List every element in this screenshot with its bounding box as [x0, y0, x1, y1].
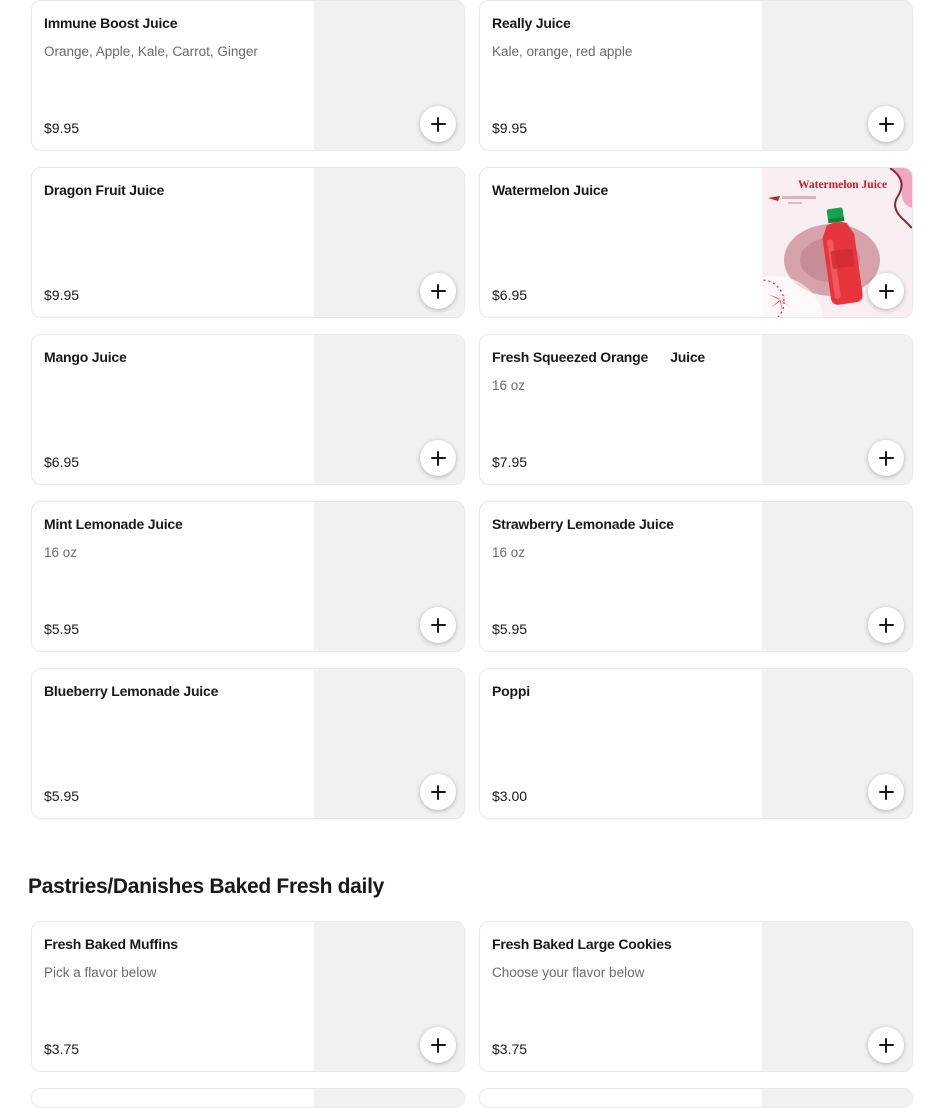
plus-icon — [878, 283, 894, 299]
item-price: $5.95 — [44, 788, 80, 804]
item-name: Strawberry Lemonade Juice — [492, 516, 674, 532]
item-price: $3.75 — [492, 1041, 528, 1057]
menu-item-card[interactable]: Mint Lemonade Juice 16 oz $5.95 — [31, 501, 465, 652]
plus-icon — [430, 450, 446, 466]
item-name: Poppi — [492, 683, 530, 699]
item-info: Fresh Baked Large Cookies Choose your fl… — [492, 936, 752, 1071]
menu-item-card[interactable]: Really Juice Kale, orange, red apple $9.… — [479, 0, 913, 151]
item-info: Really Juice Kale, orange, red apple — [492, 15, 752, 150]
item-price: $6.95 — [44, 454, 80, 470]
menu-item-card[interactable]: Immune Boost Juice Orange, Apple, Kale, … — [31, 0, 465, 151]
menu-item-card[interactable]: Strawberry Lemonade Juice 16 oz $5.95 — [479, 501, 913, 652]
item-description: 16 oz — [492, 378, 526, 393]
pastries-menu-grid: Fresh Baked Muffins Pick a flavor below … — [31, 921, 913, 1108]
menu-item-card[interactable]: Dragon Fruit Juice $9.95 — [31, 167, 465, 318]
item-image-placeholder — [314, 1089, 464, 1107]
plus-icon — [878, 784, 894, 800]
item-name: Dragon Fruit Juice — [44, 182, 165, 198]
item-description: 16 oz — [492, 545, 526, 560]
plus-icon — [878, 116, 894, 132]
item-info: Strawberry Lemonade Juice 16 oz — [492, 516, 752, 651]
menu-item-card[interactable]: Watermelon Juice $6.95 Watermelon Juice — [479, 167, 913, 318]
item-info: Watermelon Juice — [492, 182, 752, 317]
plus-icon — [878, 1037, 894, 1053]
juice-menu-grid: Immune Boost Juice Orange, Apple, Kale, … — [31, 0, 913, 819]
item-image-placeholder — [762, 1089, 912, 1107]
menu-item-card-partial[interactable] — [31, 1088, 465, 1108]
add-to-cart-button[interactable] — [420, 774, 456, 810]
item-description: Orange, Apple, Kale, Carrot, Ginger — [44, 44, 258, 59]
item-description: Pick a flavor below — [44, 965, 157, 980]
add-to-cart-button[interactable] — [420, 440, 456, 476]
menu-item-card[interactable]: Blueberry Lemonade Juice $5.95 — [31, 668, 465, 819]
item-name: Watermelon Juice — [492, 182, 609, 198]
item-price: $9.95 — [44, 120, 80, 136]
item-price: $6.95 — [492, 287, 528, 303]
item-description: Choose your flavor below — [492, 965, 645, 980]
add-to-cart-button[interactable] — [868, 273, 904, 309]
item-name: Immune Boost Juice — [44, 15, 178, 31]
item-name: Fresh Baked Muffins — [44, 936, 178, 952]
item-info: Poppi — [492, 683, 752, 818]
item-price: $3.75 — [44, 1041, 80, 1057]
menu-item-card[interactable]: Fresh Baked Muffins Pick a flavor below … — [31, 921, 465, 1072]
add-to-cart-button[interactable] — [420, 1027, 456, 1063]
menu-item-card[interactable]: Mango Juice $6.95 — [31, 334, 465, 485]
item-price: $9.95 — [44, 287, 80, 303]
item-info: Blueberry Lemonade Juice — [44, 683, 304, 818]
item-name: Mint Lemonade Juice — [44, 516, 183, 532]
item-name: Blueberry Lemonade Juice — [44, 683, 219, 699]
item-price: $3.00 — [492, 788, 528, 804]
item-name: Fresh Squeezed Orange Juice — [492, 349, 706, 365]
image-title-text: Watermelon Juice — [798, 179, 887, 191]
plus-icon — [878, 450, 894, 466]
item-info: Immune Boost Juice Orange, Apple, Kale, … — [44, 15, 304, 150]
item-name: Really Juice — [492, 15, 571, 31]
item-info: Dragon Fruit Juice — [44, 182, 304, 317]
item-info: Fresh Squeezed Orange Juice 16 oz — [492, 349, 752, 484]
add-to-cart-button[interactable] — [868, 607, 904, 643]
add-to-cart-button[interactable] — [420, 607, 456, 643]
item-name: Mango Juice — [44, 349, 127, 365]
add-to-cart-button[interactable] — [868, 106, 904, 142]
add-to-cart-button[interactable] — [868, 1027, 904, 1063]
item-price: $7.95 — [492, 454, 528, 470]
menu-item-card[interactable]: Fresh Baked Large Cookies Choose your fl… — [479, 921, 913, 1072]
add-to-cart-button[interactable] — [420, 106, 456, 142]
item-info: Mint Lemonade Juice 16 oz — [44, 516, 304, 651]
item-name: Fresh Baked Large Cookies — [492, 936, 672, 952]
item-info: Mango Juice — [44, 349, 304, 484]
item-price: $5.95 — [44, 621, 80, 637]
menu-item-card[interactable]: Poppi $3.00 — [479, 668, 913, 819]
plus-icon — [430, 784, 446, 800]
plus-icon — [430, 283, 446, 299]
menu-item-card[interactable]: Fresh Squeezed Orange Juice 16 oz $7.95 — [479, 334, 913, 485]
plus-icon — [430, 116, 446, 132]
add-to-cart-button[interactable] — [868, 440, 904, 476]
section-title: Pastries/Danishes Baked Fresh daily — [28, 875, 385, 898]
item-description: 16 oz — [44, 545, 78, 560]
item-info: Fresh Baked Muffins Pick a flavor below — [44, 936, 304, 1071]
plus-icon — [878, 617, 894, 633]
add-to-cart-button[interactable] — [868, 774, 904, 810]
plus-icon — [430, 617, 446, 633]
plus-icon — [430, 1037, 446, 1053]
menu-item-card-partial[interactable] — [479, 1088, 913, 1108]
item-price: $9.95 — [492, 120, 528, 136]
add-to-cart-button[interactable] — [420, 273, 456, 309]
item-price: $5.95 — [492, 621, 528, 637]
item-description: Kale, orange, red apple — [492, 44, 633, 59]
